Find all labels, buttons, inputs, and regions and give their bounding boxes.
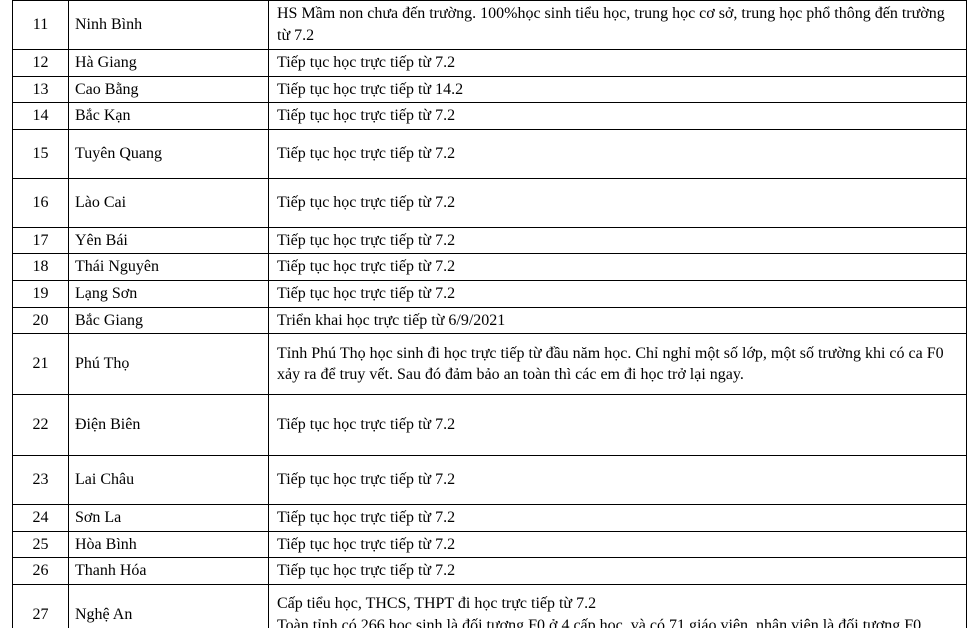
province-name: Hòa Bình bbox=[69, 531, 269, 558]
row-description: Tiếp tục học trực tiếp từ 14.2 bbox=[269, 76, 967, 103]
row-description: Tiếp tục học trực tiếp từ 7.2 bbox=[269, 280, 967, 307]
table-row: 23Lai Châu Tiếp tục học trực tiếp từ 7.2 bbox=[13, 456, 967, 505]
row-description: Tiếp tục học trực tiếp từ 7.2 bbox=[269, 395, 967, 456]
row-number: 27 bbox=[13, 584, 69, 628]
row-description: Tiếp tục học trực tiếp từ 7.2 bbox=[269, 456, 967, 505]
table-row: 25Hòa Bình Tiếp tục học trực tiếp từ 7.2 bbox=[13, 531, 967, 558]
row-number: 15 bbox=[13, 129, 69, 178]
row-number: 23 bbox=[13, 456, 69, 505]
province-name: Thanh Hóa bbox=[69, 558, 269, 585]
row-description: Tỉnh Phú Thọ học sinh đi học trực tiếp t… bbox=[269, 334, 967, 395]
table-row: 16Lào Cai Tiếp tục học trực tiếp từ 7.2 bbox=[13, 178, 967, 227]
province-name: Bắc Giang bbox=[69, 307, 269, 334]
row-number: 11 bbox=[13, 1, 69, 50]
table-row: 11Ninh BìnhHS Mầm non chưa đến trường. 1… bbox=[13, 1, 967, 50]
province-name: Lào Cai bbox=[69, 178, 269, 227]
province-name: Thái Nguyên bbox=[69, 254, 269, 281]
row-description: HS Mầm non chưa đến trường. 100%học sinh… bbox=[269, 1, 967, 50]
province-name: Tuyên Quang bbox=[69, 129, 269, 178]
province-name: Hà Giang bbox=[69, 50, 269, 77]
table-row: 21Phú ThọTỉnh Phú Thọ học sinh đi học tr… bbox=[13, 334, 967, 395]
row-description: Tiếp tục học trực tiếp từ 7.2 bbox=[269, 227, 967, 254]
row-number: 13 bbox=[13, 76, 69, 103]
row-number: 21 bbox=[13, 334, 69, 395]
row-description: Tiếp tục học trực tiếp từ 7.2 bbox=[269, 103, 967, 130]
province-name: Sơn La bbox=[69, 505, 269, 532]
table-row: 15Tuyên Quang Tiếp tục học trực tiếp từ … bbox=[13, 129, 967, 178]
table-row: 14Bắc Kạn Tiếp tục học trực tiếp từ 7.2 bbox=[13, 103, 967, 130]
row-number: 14 bbox=[13, 103, 69, 130]
table-row: 18Thái Nguyên Tiếp tục học trực tiếp từ … bbox=[13, 254, 967, 281]
row-description: Tiếp tục học trực tiếp từ 7.2 bbox=[269, 254, 967, 281]
row-description: Cấp tiểu học, THCS, THPT đi học trực tiế… bbox=[269, 584, 967, 628]
province-name: Lai Châu bbox=[69, 456, 269, 505]
row-description: Tiếp tục học trực tiếp từ 7.2 bbox=[269, 531, 967, 558]
row-number: 12 bbox=[13, 50, 69, 77]
table-row: 26Thanh Hóa Tiếp tục học trực tiếp từ 7.… bbox=[13, 558, 967, 585]
table-row: 24Sơn La Tiếp tục học trực tiếp từ 7.2 bbox=[13, 505, 967, 532]
table-row: 19Lạng Sơn Tiếp tục học trực tiếp từ 7.2 bbox=[13, 280, 967, 307]
province-name: Lạng Sơn bbox=[69, 280, 269, 307]
page-container: 11Ninh BìnhHS Mầm non chưa đến trường. 1… bbox=[0, 0, 979, 628]
province-name: Cao Bằng bbox=[69, 76, 269, 103]
row-description: Triển khai học trực tiếp từ 6/9/2021 bbox=[269, 307, 967, 334]
table-row: 12Hà Giang Tiếp tục học trực tiếp từ 7.2 bbox=[13, 50, 967, 77]
row-number: 16 bbox=[13, 178, 69, 227]
row-description: Tiếp tục học trực tiếp từ 7.2 bbox=[269, 505, 967, 532]
row-description: Tiếp tục học trực tiếp từ 7.2 bbox=[269, 50, 967, 77]
row-number: 17 bbox=[13, 227, 69, 254]
province-name: Điện Biên bbox=[69, 395, 269, 456]
row-number: 20 bbox=[13, 307, 69, 334]
row-number: 26 bbox=[13, 558, 69, 585]
table-row: 13Cao Bằng Tiếp tục học trực tiếp từ 14.… bbox=[13, 76, 967, 103]
province-name: Phú Thọ bbox=[69, 334, 269, 395]
table-row: 27Nghệ AnCấp tiểu học, THCS, THPT đi học… bbox=[13, 584, 967, 628]
row-number: 25 bbox=[13, 531, 69, 558]
row-description: Tiếp tục học trực tiếp từ 7.2 bbox=[269, 178, 967, 227]
schedule-table: 11Ninh BìnhHS Mầm non chưa đến trường. 1… bbox=[12, 0, 967, 628]
row-number: 19 bbox=[13, 280, 69, 307]
table-row: 17Yên Bái Tiếp tục học trực tiếp từ 7.2 bbox=[13, 227, 967, 254]
row-description: Tiếp tục học trực tiếp từ 7.2 bbox=[269, 129, 967, 178]
province-name: Bắc Kạn bbox=[69, 103, 269, 130]
province-name: Nghệ An bbox=[69, 584, 269, 628]
row-number: 18 bbox=[13, 254, 69, 281]
row-description: Tiếp tục học trực tiếp từ 7.2 bbox=[269, 558, 967, 585]
row-number: 22 bbox=[13, 395, 69, 456]
table-row: 22Điện Biên Tiếp tục học trực tiếp từ 7.… bbox=[13, 395, 967, 456]
row-number: 24 bbox=[13, 505, 69, 532]
province-name: Yên Bái bbox=[69, 227, 269, 254]
province-name: Ninh Bình bbox=[69, 1, 269, 50]
table-row: 20Bắc GiangTriển khai học trực tiếp từ 6… bbox=[13, 307, 967, 334]
